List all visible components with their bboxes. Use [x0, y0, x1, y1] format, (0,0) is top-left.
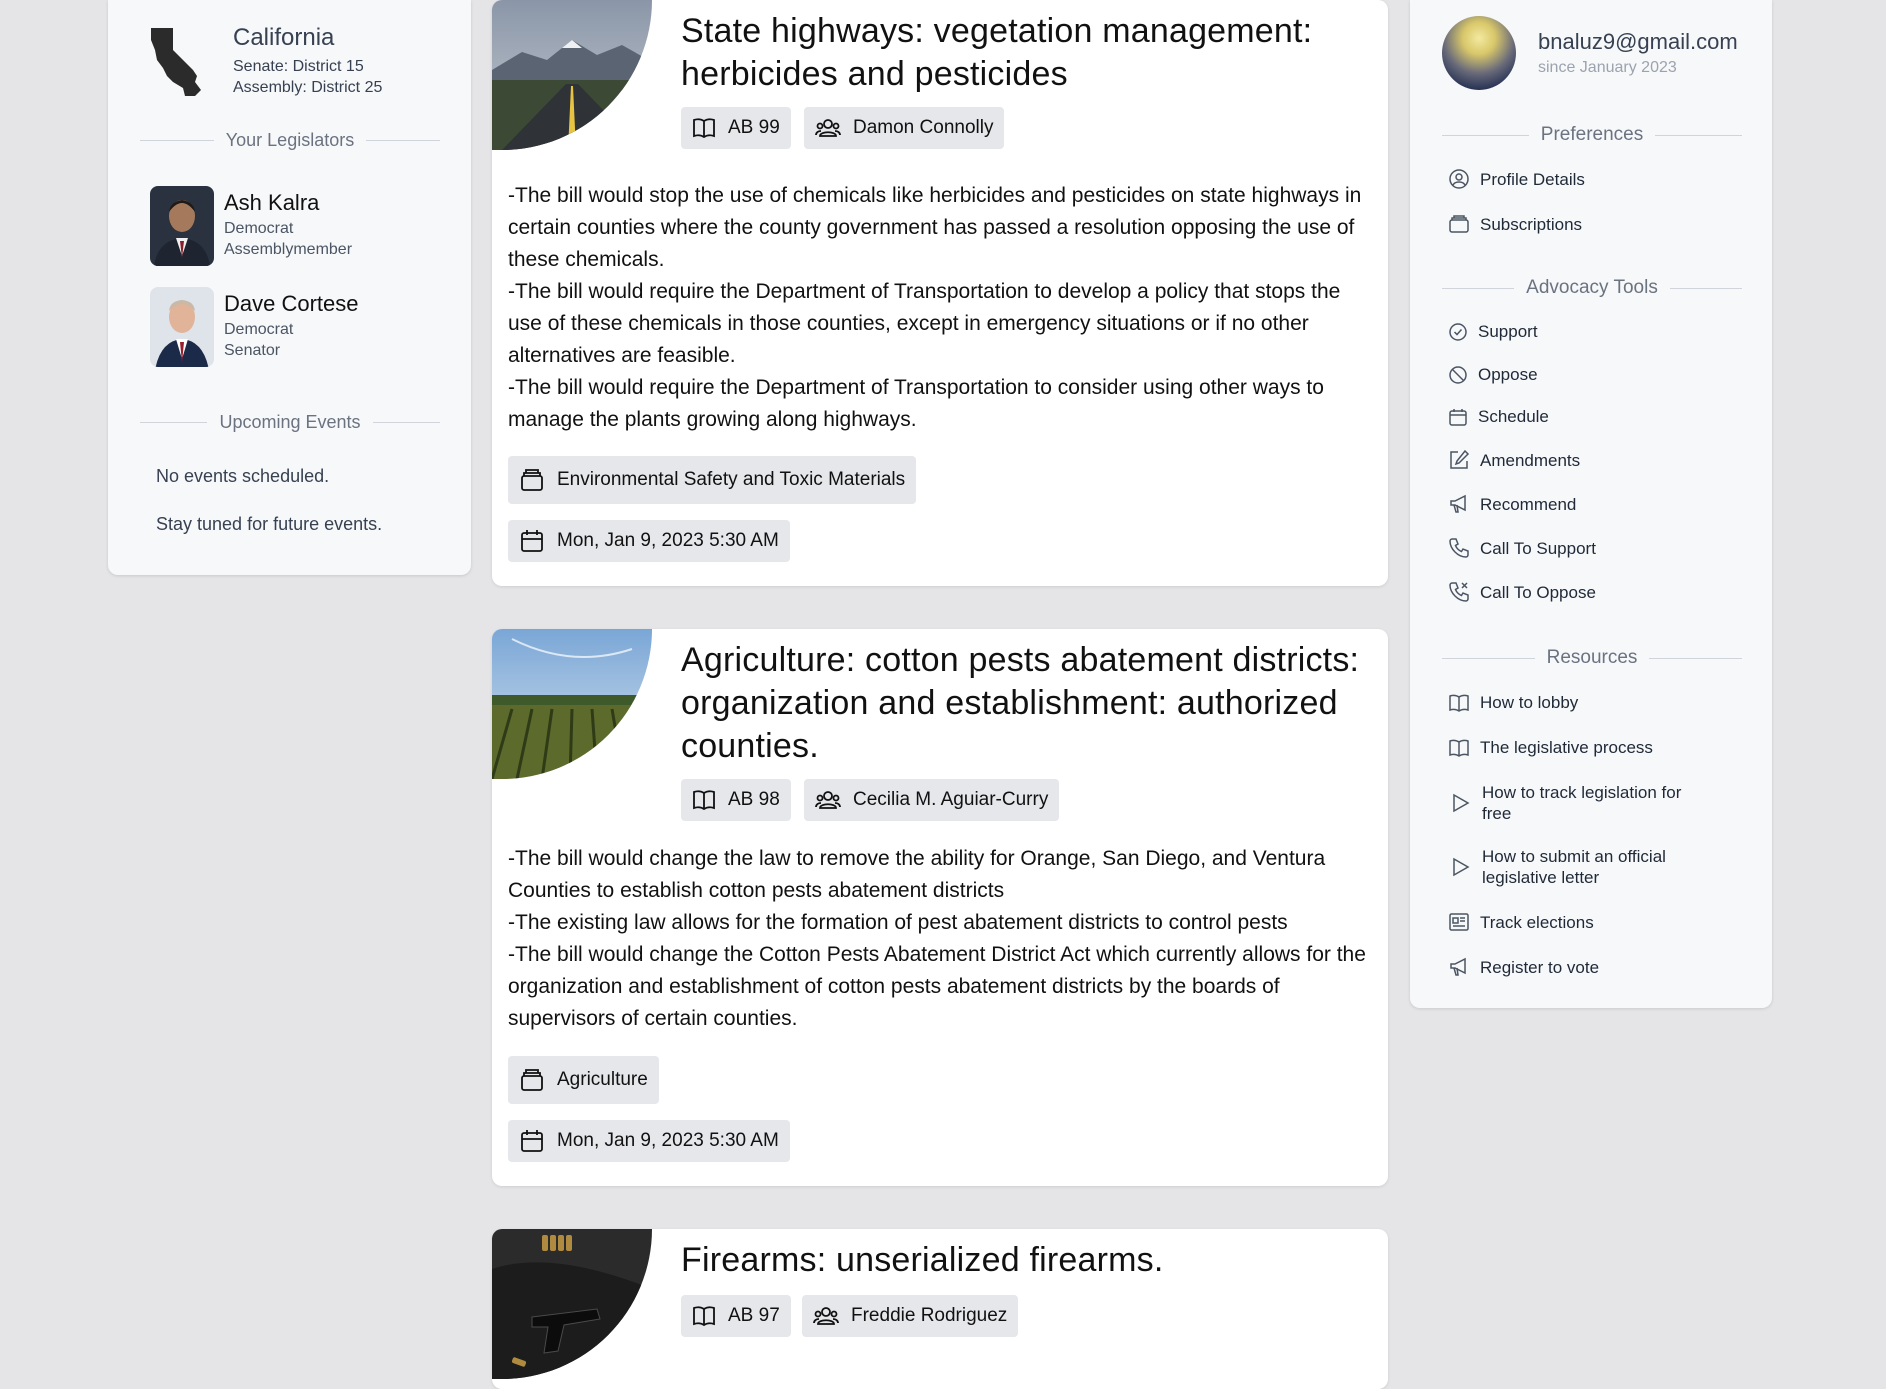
- edit-icon: [1450, 449, 1470, 469]
- megaphone-icon: [1450, 957, 1466, 976]
- state-name: California: [233, 24, 335, 51]
- california-map-icon: [151, 28, 201, 96]
- call-to-support-link[interactable]: Call To Support: [1448, 537, 1596, 559]
- megaphone-icon: [1450, 494, 1466, 513]
- bill-title[interactable]: Firearms: unserialized firearms.: [681, 1239, 1361, 1282]
- bill-title[interactable]: State highways: vegetation management: h…: [681, 10, 1361, 96]
- oppose-link[interactable]: Oppose: [1448, 364, 1538, 385]
- calendar-icon: [521, 1130, 543, 1152]
- play-icon: [1453, 857, 1470, 877]
- profile-details-link[interactable]: Profile Details: [1448, 168, 1585, 190]
- user-circle-icon: [1449, 169, 1469, 189]
- how-to-lobby-link[interactable]: How to lobby: [1448, 692, 1578, 713]
- check-circle-icon: [1449, 322, 1467, 341]
- amendments-link[interactable]: Amendments: [1448, 449, 1580, 471]
- legislator-party: Democrat: [224, 321, 294, 338]
- advocacy-heading: Advocacy Tools: [1442, 277, 1742, 299]
- committee-chip[interactable]: Environmental Safety and Toxic Materials: [508, 456, 917, 504]
- member-since: since January 2023: [1538, 59, 1677, 76]
- author-chip[interactable]: Cecilia M. Aguiar-Curry: [804, 779, 1060, 821]
- legislator-party: Democrat: [224, 220, 294, 237]
- legislative-process-link[interactable]: The legislative process: [1448, 737, 1653, 758]
- legislator-role: Senator: [224, 342, 281, 359]
- book-icon: [693, 118, 715, 139]
- track-elections-link[interactable]: Track elections: [1448, 911, 1594, 933]
- bill-card[interactable]: State highways: vegetation management: h…: [492, 0, 1388, 586]
- play-icon: [1453, 793, 1470, 813]
- book-icon: [1449, 694, 1469, 712]
- bill-summary: -The bill would stop the use of chemical…: [508, 184, 1362, 431]
- recommend-link[interactable]: Recommend: [1448, 493, 1576, 515]
- legislator-role: Assemblymember: [224, 241, 353, 258]
- bill-image: [492, 0, 652, 150]
- track-legislation-video-link[interactable]: How to track legislation for free: [1448, 782, 1712, 824]
- date-chip: Mon, Jan 9, 2023 5:30 AM: [508, 1120, 790, 1162]
- bill-card[interactable]: Agriculture: cotton pests abatement dist…: [492, 629, 1388, 1186]
- date-chip: Mon, Jan 9, 2023 5:30 AM: [508, 520, 790, 562]
- right-panel: bnaluz9@gmail.com since January 2023 Pre…: [1410, 0, 1772, 1008]
- bill-summary: -The bill would change the law to remove…: [508, 847, 1366, 1030]
- users-icon: [815, 119, 841, 137]
- legislator-card[interactable]: Ash Kalra Democrat Assemblymember: [150, 186, 352, 266]
- location-box: California Senate: District 15 Assembly:…: [143, 24, 382, 100]
- users-icon: [813, 1307, 839, 1325]
- newspaper-icon: [1449, 913, 1469, 931]
- book-icon: [693, 1306, 715, 1327]
- book-icon: [693, 790, 715, 811]
- archive-icon: [1449, 215, 1469, 233]
- archive-icon: [521, 1069, 543, 1091]
- legislator-name: Dave Cortese: [224, 291, 359, 316]
- left-panel: California Senate: District 15 Assembly:…: [108, 0, 471, 575]
- legislator-photo: [150, 186, 214, 266]
- bill-number-chip[interactable]: AB 98: [681, 779, 791, 821]
- stay-tuned-text: Stay tuned for future events.: [156, 514, 383, 534]
- phone-icon: [1449, 538, 1469, 558]
- bill-image: [492, 1229, 652, 1379]
- bill-card[interactable]: Firearms: unserialized firearms. AB 97 F…: [492, 1229, 1388, 1389]
- book-icon: [1449, 739, 1469, 757]
- avatar[interactable]: [1442, 16, 1516, 90]
- events-heading: Upcoming Events: [140, 412, 440, 433]
- no-events-text: No events scheduled.: [156, 466, 330, 486]
- support-link[interactable]: Support: [1448, 321, 1538, 342]
- legislator-name: Ash Kalra: [224, 190, 320, 215]
- user-email: bnaluz9@gmail.com: [1538, 29, 1738, 54]
- legislator-photo: [150, 287, 214, 367]
- legislator-card[interactable]: Dave Cortese Democrat Senator: [150, 287, 359, 367]
- schedule-link[interactable]: Schedule: [1448, 406, 1549, 427]
- ban-icon: [1449, 365, 1467, 384]
- resources-heading: Resources: [1442, 647, 1742, 669]
- bill-image: [492, 629, 652, 779]
- bill-number-chip[interactable]: AB 99: [681, 107, 791, 149]
- submit-letter-video-link[interactable]: How to submit an official legislative le…: [1448, 846, 1712, 888]
- subscriptions-link[interactable]: Subscriptions: [1448, 213, 1582, 235]
- bill-number-chip[interactable]: AB 97: [681, 1295, 791, 1337]
- preferences-heading: Preferences: [1442, 124, 1742, 146]
- calendar-icon: [521, 530, 543, 552]
- register-to-vote-link[interactable]: Register to vote: [1448, 956, 1599, 978]
- assembly-district: Assembly: District 25: [233, 79, 383, 96]
- legislators-heading: Your Legislators: [140, 130, 440, 151]
- senate-district: Senate: District 15: [233, 58, 364, 75]
- calendar-icon: [1449, 408, 1467, 426]
- call-to-oppose-link[interactable]: Call To Oppose: [1448, 581, 1596, 603]
- author-chip[interactable]: Freddie Rodriguez: [802, 1295, 1019, 1337]
- committee-chip[interactable]: Agriculture: [508, 1056, 659, 1104]
- bill-title[interactable]: Agriculture: cotton pests abatement dist…: [681, 639, 1361, 768]
- users-icon: [815, 791, 841, 809]
- archive-icon: [521, 469, 543, 491]
- author-chip[interactable]: Damon Connolly: [804, 107, 1005, 149]
- phone-x-icon: [1449, 582, 1469, 602]
